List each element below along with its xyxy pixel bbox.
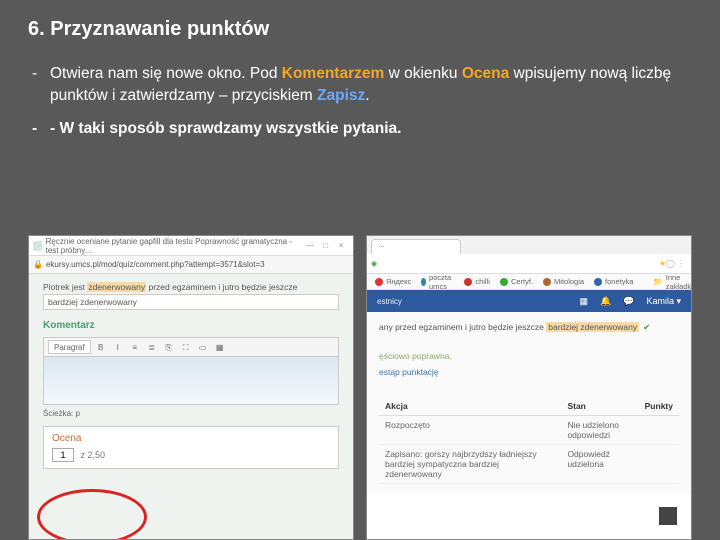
bookmark-item[interactable]: chilli bbox=[464, 277, 490, 286]
folder-icon: 📁 bbox=[653, 277, 662, 286]
chat-icon[interactable]: 💬 bbox=[623, 296, 634, 307]
lock-icon: 🔒 bbox=[33, 260, 43, 269]
bookmarks-bar: Яндекс poczta umcs chilli Certyf. Mitolo… bbox=[367, 274, 691, 290]
breadcrumb-tail[interactable]: estnicy bbox=[377, 297, 402, 306]
bookmark-item[interactable]: poczta umcs bbox=[421, 273, 454, 291]
italic-button[interactable]: I bbox=[111, 340, 125, 354]
app-icon bbox=[33, 241, 42, 251]
screenshot-right: … ◆ ★ ◯ ⋮ Яндекс poczta umcs chilli Cert… bbox=[366, 235, 692, 540]
link-button[interactable]: ⎘ bbox=[162, 340, 176, 354]
bell-icon[interactable]: 🔔 bbox=[600, 296, 611, 307]
bullet-1: Otwiera nam się nowe okno. Pod Komentarz… bbox=[32, 63, 692, 108]
ocena-of: z 2,50 bbox=[81, 450, 106, 460]
unlink-button[interactable]: ⛶ bbox=[179, 340, 193, 354]
bookmark-item[interactable]: Яндекс bbox=[375, 277, 411, 286]
editor-toolbar: Paragraf B I ≡ ≣ ⎘ ⛶ ▭ ▦ bbox=[43, 337, 339, 357]
browser-urlbar[interactable]: ◆ ★ ◯ ⋮ bbox=[367, 254, 691, 274]
col-action: Akcja bbox=[379, 397, 561, 416]
bullet-list: Otwiera nam się nowe okno. Pod Komentarz… bbox=[28, 63, 692, 140]
media-button[interactable]: ▦ bbox=[213, 340, 227, 354]
maximize-icon[interactable]: □ bbox=[318, 241, 334, 250]
dot-icon bbox=[464, 278, 472, 286]
list-button[interactable]: ≡ bbox=[128, 340, 142, 354]
slide-title: 6. Przyznawanie punktów bbox=[28, 18, 692, 41]
list-ol-button[interactable]: ≣ bbox=[145, 340, 159, 354]
partial-correct-note: ęściowo poprawna. bbox=[379, 351, 679, 361]
address-bar[interactable]: 🔒 ekursy.umcs.pl/mod/quiz/comment.php?at… bbox=[29, 256, 353, 274]
page-number-box bbox=[659, 507, 677, 525]
moodle-navbar: estnicy ▦ 🔔 💬 Kamila ▾ bbox=[367, 290, 691, 312]
editor-path: Ścieżka: p bbox=[43, 409, 339, 418]
editor-textarea[interactable] bbox=[43, 357, 339, 405]
ocena-label: Ocena bbox=[52, 433, 330, 444]
user-menu[interactable]: Kamila ▾ bbox=[646, 296, 681, 307]
window-titlebar: Ręcznie oceniane pytanie gapfill dla tes… bbox=[29, 236, 353, 256]
dot-icon bbox=[594, 278, 602, 286]
section-komentarz: Komentarz bbox=[43, 320, 339, 331]
sentence-line-1: Piotrek jest zdenerwowany przed egzamine… bbox=[43, 282, 339, 292]
url-text: ekursy.umcs.pl/mod/quiz/comment.php?atte… bbox=[46, 260, 265, 269]
answer-box: bardziej zdenerwowany bbox=[43, 294, 339, 310]
star-icon[interactable]: ★ bbox=[659, 259, 666, 268]
dot-icon bbox=[543, 278, 551, 286]
bookmark-item[interactable]: Certyf. bbox=[500, 277, 533, 286]
override-score-link[interactable]: estąp punktację bbox=[379, 367, 679, 377]
bookmark-item[interactable]: Mitologia bbox=[543, 277, 584, 286]
annotation-oval bbox=[37, 489, 147, 540]
history-table: Akcja Stan Punkty RozpoczętoNie udzielon… bbox=[379, 397, 679, 484]
highlight-ocena: Ocena bbox=[462, 65, 509, 82]
image-button[interactable]: ▭ bbox=[196, 340, 210, 354]
highlight-komentarzem: Komentarzem bbox=[282, 65, 385, 82]
grid-icon[interactable]: ▦ bbox=[580, 296, 589, 307]
menu-icon[interactable]: ⋮ bbox=[677, 259, 687, 268]
ocena-input[interactable] bbox=[52, 448, 74, 462]
browser-tab[interactable]: … bbox=[371, 239, 461, 254]
dot-icon bbox=[500, 278, 508, 286]
shield-icon: ◆ bbox=[371, 259, 377, 268]
close-icon[interactable]: × bbox=[333, 241, 349, 250]
circle-icon[interactable]: ◯ bbox=[666, 259, 677, 268]
check-icon: ✔ bbox=[643, 322, 650, 332]
paragraph-dropdown[interactable]: Paragraf bbox=[48, 340, 91, 354]
ocena-panel: Ocena z 2,50 bbox=[43, 426, 339, 469]
answer-line: any przed egzaminem i jutro będzie jeszc… bbox=[379, 322, 679, 333]
bullet-2: - W taki sposób sprawdzamy wszystkie pyt… bbox=[32, 118, 692, 140]
browser-tabs: … bbox=[367, 236, 691, 254]
dot-icon bbox=[375, 278, 383, 286]
table-row: Zapisano: gorszy najbrzydszy ładniejszy … bbox=[379, 445, 679, 484]
minimize-icon[interactable]: — bbox=[302, 241, 318, 250]
bookmark-folder[interactable]: 📁Inne zakładki bbox=[653, 273, 692, 291]
dot-icon bbox=[421, 278, 426, 286]
table-row: RozpoczętoNie udzielono odpowiedzi bbox=[379, 416, 679, 445]
bookmark-item[interactable]: fonetyka bbox=[594, 277, 633, 286]
highlight-zapisz: Zapisz bbox=[317, 87, 365, 104]
col-points: Punkty bbox=[639, 397, 679, 416]
col-state: Stan bbox=[561, 397, 638, 416]
screenshot-left: Ręcznie oceniane pytanie gapfill dla tes… bbox=[28, 235, 354, 540]
bold-button[interactable]: B bbox=[94, 340, 108, 354]
window-title: Ręcznie oceniane pytanie gapfill dla tes… bbox=[46, 237, 303, 255]
